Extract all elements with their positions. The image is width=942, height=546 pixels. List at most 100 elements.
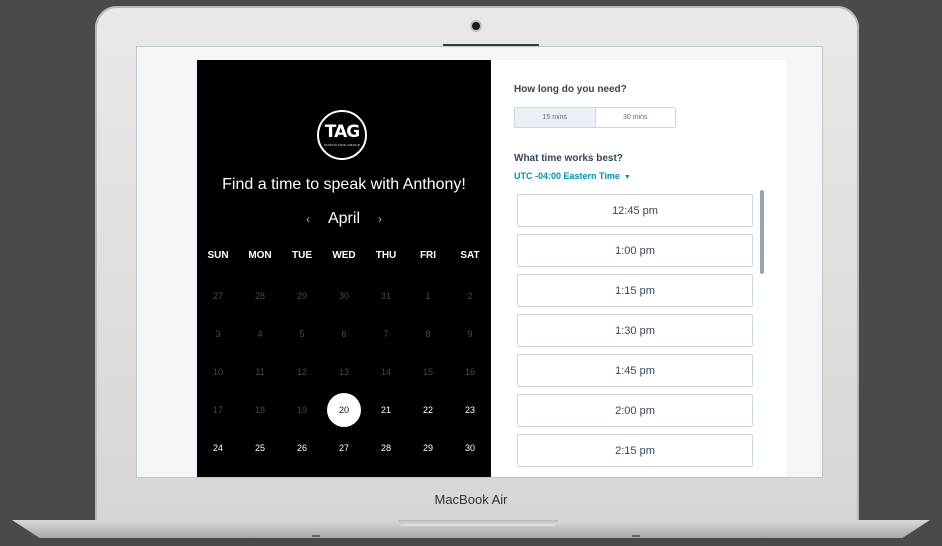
calendar-day[interactable]: 25 [239,433,281,463]
calendar-day: 9 [449,319,491,349]
time-slot-list: 12:45 pm 1:00 pm 1:15 pm 1:30 pm 1:45 pm 2:00… [517,194,753,474]
calendar-day: 17 [197,395,239,425]
calendar-day[interactable]: 26 [281,433,323,463]
calendar-day-number: 28 [380,443,391,453]
logo-subtext: CONSULTING GROUP [323,142,361,147]
calendar-day-number: 19 [296,405,307,415]
calendar-day: 31 [365,281,407,311]
calendar-day-number: 28 [254,291,265,301]
timezone-select[interactable]: UTC -04:00 Eastern Time ▼ [514,171,631,181]
calendar-day-number: 15 [422,367,433,377]
time-slot-button[interactable]: 1:00 pm [517,234,753,267]
booking-panel: How long do you need? 15 mins 30 mins Wh… [491,60,786,477]
weekday-label: MON [248,250,272,261]
calendar-day: 6 [323,319,365,349]
calendar-day: 11 [239,357,281,387]
calendar-day-number: 29 [422,443,433,453]
weekday-label: THU [375,250,397,261]
company-logo: TAG CONSULTING GROUP [317,110,367,160]
calendar-day-number: 12 [296,367,307,377]
calendar-day-number: 31 [380,291,391,301]
calendar-day[interactable]: 29 [407,433,449,463]
time-slot-button[interactable]: 1:15 pm [517,274,753,307]
calendar-day[interactable]: 21 [365,395,407,425]
calendar-day-number: 22 [422,405,433,415]
calendar-day-number: 5 [299,329,305,339]
calendar-day-number: 25 [254,443,265,453]
calendar-day-number: 29 [296,291,307,301]
weekday-label: SUN [207,250,229,261]
calendar-day[interactable]: 24 [197,433,239,463]
month-navigation: ‹ April › [197,210,491,228]
calendar-day-number: 16 [464,367,475,377]
duration-option-30[interactable]: 30 mins [596,108,676,127]
time-slot-button[interactable]: 2:00 pm [517,394,753,427]
calendar-day-number: 30 [464,443,475,453]
calendar-day: 2 [449,281,491,311]
weekday-header: SUN MON TUE WED THU FRI SAT [197,250,491,261]
time-slot-button[interactable]: 1:45 pm [517,354,753,387]
calendar-day: 5 [281,319,323,349]
calendar-day-number: 14 [380,367,391,377]
calendar-day-number: 1 [425,291,431,301]
base-notch [398,520,558,526]
weekday-label: WED [332,250,356,261]
logo-text: TAG [324,121,360,142]
calendar-week: 17 18 19 20 21 22 23 [197,393,491,427]
next-month-icon[interactable]: › [378,212,382,226]
calendar-day-number: 6 [341,329,347,339]
calendar-day: 8 [407,319,449,349]
weekday-label: TUE [292,250,312,261]
calendar-day[interactable]: 22 [407,395,449,425]
time-slot-button[interactable]: 12:45 pm [517,194,753,227]
calendar-day-number: 9 [467,329,473,339]
calendar-day: 10 [197,357,239,387]
calendar-week: 27 28 29 30 31 1 2 [197,281,491,311]
chevron-down-icon: ▼ [623,174,631,181]
calendar-day-number: 23 [464,405,475,415]
calendar-headline: Find a time to speak with Anthony! [222,176,466,193]
time-slot-button[interactable]: 2:15 pm [517,434,753,467]
weekday-label: SAT [460,250,480,261]
month-label: April [327,210,360,227]
calendar-day: 1 [407,281,449,311]
calendar-day[interactable]: 28 [365,433,407,463]
calendar-day: 3 [197,319,239,349]
duration-option-15[interactable]: 15 mins [515,108,596,127]
calendar-day-number: 27 [212,291,223,301]
calendar-day-number: 20 [327,393,361,427]
calendar-day-selected[interactable]: 20 [323,393,365,427]
calendar-day-number: 27 [338,443,349,453]
prev-month-icon[interactable]: ‹ [306,212,310,226]
calendar-day: 28 [239,281,281,311]
calendar-day-number: 3 [215,329,221,339]
time-slot-button[interactable]: 1:30 pm [517,314,753,347]
calendar-week: 3 4 5 6 7 8 9 [197,319,491,349]
calendar-day-number: 18 [254,405,265,415]
duration-question: How long do you need? [514,84,627,95]
scrollbar[interactable] [760,190,764,274]
calendar-day: 13 [323,357,365,387]
calendar-day-number: 13 [338,367,349,377]
calendar-day-number: 8 [425,329,431,339]
calendar-day: 29 [281,281,323,311]
laptop-foot [632,535,640,537]
calendar-day: 30 [323,281,365,311]
calendar-week: 24 25 26 27 28 29 30 [197,433,491,463]
duration-toggle: 15 mins 30 mins [514,107,676,128]
calendar-day-number: 4 [257,329,263,339]
calendar-day: 18 [239,395,281,425]
calendar-day-number: 2 [467,291,473,301]
calendar-day: 27 [197,281,239,311]
calendar-day-number: 10 [212,367,223,377]
calendar-day[interactable]: 30 [449,433,491,463]
time-question: What time works best? [514,153,623,164]
calendar-day[interactable]: 27 [323,433,365,463]
calendar-day[interactable]: 23 [449,395,491,425]
calendar-day-number: 26 [296,443,307,453]
calendar-day-number: 24 [212,443,223,453]
calendar-week: 10 11 12 13 14 15 16 [197,357,491,387]
camera-icon [472,22,480,30]
laptop-foot [312,535,320,537]
screen: TAG CONSULTING GROUP Find a time to spea… [136,46,823,478]
